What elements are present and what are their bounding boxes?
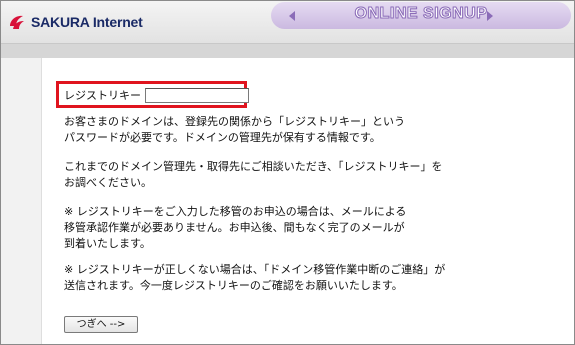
paragraph-line: 送信されます。今一度レジストリキーのご確認をお願いいたします。 [64, 279, 403, 292]
logo-text: SAKURA Internet [31, 14, 143, 30]
paragraph-line: ※ レジストリキーが正しくない場合は、「ドメイン移管作業中断のご連絡」が [64, 263, 446, 276]
left-side-panel [1, 58, 42, 344]
online-signup-banner: ONLINE SIGNUP [271, 2, 571, 29]
site-header: SAKURA Internet ONLINE SIGNUP [1, 1, 574, 44]
note-registry-invalid: ※ レジストリキーが正しくない場合は、「ドメイン移管作業中断のご連絡」が 送信さ… [64, 262, 544, 294]
paragraph-line: お客さまのドメインは、登録先の関係から「レジストリキー」という [64, 115, 405, 128]
paragraph-line: ※ レジストリキーをご入力した移管のお申込の場合は、メールによる [64, 205, 407, 218]
next-button[interactable]: つぎへ --> [64, 316, 138, 333]
paragraph-line: お調べください。 [64, 176, 152, 189]
registry-key-row: レジストリキー [64, 87, 249, 103]
paragraph-consult: これまでのドメイン管理先・取得先にご相談いただき、「レジストリキー」を お調べく… [64, 159, 544, 191]
window-frame: SAKURA Internet ONLINE SIGNUP レジストリキー お客… [0, 0, 575, 345]
paragraph-line: パスワードが必要です。ドメインの管理先が保有する情報です。 [64, 131, 381, 144]
note-registry-entered: ※ レジストリキーをご入力した移管のお申込の場合は、メールによる 移管承認作業が… [64, 204, 544, 252]
paragraph-line: 到着いたします。 [64, 237, 151, 250]
paragraph-line: これまでのドメイン管理先・取得先にご相談いただき、「レジストリキー」を [64, 160, 443, 173]
banner-title: ONLINE SIGNUP [354, 5, 488, 23]
header-divider-band [1, 44, 574, 58]
registry-key-input[interactable] [145, 87, 249, 103]
paragraph-line: 移管承認作業が必要ありません。お申込後、間もなく完了のメールが [64, 221, 405, 234]
registry-key-label: レジストリキー [64, 89, 141, 102]
sakura-logo: SAKURA Internet [7, 10, 143, 34]
sakura-logo-icon [10, 15, 24, 29]
triangle-right-icon [487, 11, 493, 21]
paragraph-registry-explanation: お客さまのドメインは、登録先の関係から「レジストリキー」という パスワードが必要… [64, 114, 544, 146]
